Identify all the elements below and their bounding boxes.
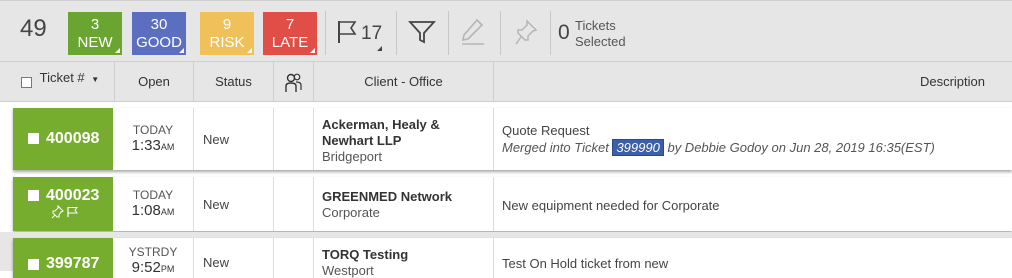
pin-icon[interactable]	[51, 205, 65, 219]
table-header: Ticket # ▼ Open Status Client - Office D…	[0, 62, 1012, 102]
office-name: Bridgeport	[322, 149, 382, 164]
open-day: TODAY	[132, 188, 174, 202]
status-cell: New	[194, 177, 274, 231]
office-name: Corporate	[322, 205, 380, 220]
table-row[interactable]: 400023 TODAY 1:08AM New GREENMED Network…	[13, 177, 1012, 231]
open-time: 9:52	[131, 259, 161, 276]
open-cell: YSTRDY 9:52PM	[113, 238, 194, 278]
description-cell[interactable]: New equipment needed for Corporate	[494, 177, 1012, 231]
open-ampm: AM	[160, 207, 175, 217]
divider	[325, 11, 326, 55]
column-header-technician[interactable]	[274, 62, 314, 102]
table-row[interactable]: 399787 YSTRDY 9:52PM New TORQ Testing We…	[13, 238, 1012, 278]
risk-label: RISK	[209, 34, 245, 51]
ticket-tab: 400098	[13, 108, 113, 170]
open-time: 1:33	[131, 137, 161, 154]
late-filter-pill[interactable]: 7 LATE	[263, 12, 317, 55]
status-cell: New	[194, 108, 274, 170]
divider	[396, 11, 397, 55]
new-label: NEW	[77, 34, 113, 51]
selected-count: 0	[558, 21, 570, 44]
good-count: 30	[150, 16, 168, 33]
open-day: YSTRDY	[128, 245, 178, 259]
merged-suffix: by Debbie Godoy on Jun 28, 2019 16:35(ES…	[667, 140, 935, 155]
ticket-column-label: Ticket #	[39, 70, 85, 85]
client-name[interactable]: GREENMED Network	[322, 189, 493, 205]
row-checkbox[interactable]	[28, 190, 39, 201]
technician-icon	[284, 73, 302, 92]
table-row[interactable]: 400098 TODAY 1:33AM New Ackerman, Healy …	[13, 108, 1012, 170]
column-header-ticket[interactable]: Ticket # ▼	[0, 62, 115, 102]
pin-icon[interactable]	[513, 19, 539, 47]
description-text: New equipment needed for Corporate	[502, 198, 720, 213]
divider	[448, 11, 449, 55]
open-time: 1:08	[131, 202, 161, 219]
status-cell: New	[194, 238, 274, 278]
selected-label: Tickets Selected	[575, 18, 626, 50]
client-cell: Ackerman, Healy & Newhart LLP Bridgeport	[314, 108, 494, 170]
good-filter-pill[interactable]: 30 GOOD	[132, 12, 186, 55]
description-cell[interactable]: Test On Hold ticket from new	[494, 238, 1012, 278]
good-label: GOOD	[136, 34, 182, 51]
selected-label-line1: Tickets	[575, 18, 616, 33]
client-name[interactable]: TORQ Testing	[322, 247, 493, 263]
row-checkbox[interactable]	[28, 259, 39, 270]
toolbar: 49 3 NEW 30 GOOD 9 RISK 7 LATE 17 0 Tick…	[0, 0, 1012, 62]
open-ampm: PM	[160, 264, 175, 274]
description-text: Test On Hold ticket from new	[502, 256, 669, 271]
column-header-open[interactable]: Open	[115, 62, 194, 102]
open-cell: TODAY 1:08AM	[113, 177, 194, 231]
description-text: Quote Request	[502, 123, 590, 138]
corner-marker-icon	[247, 48, 252, 53]
ticket-tab: 399787	[13, 238, 113, 278]
column-header-description[interactable]: Description	[494, 62, 1012, 102]
selected-label-line2: Selected	[575, 34, 626, 49]
risk-filter-pill[interactable]: 9 RISK	[200, 12, 254, 55]
open-cell: TODAY 1:33AM	[113, 108, 194, 170]
select-all-checkbox[interactable]	[21, 77, 32, 89]
ticket-number[interactable]: 400023	[46, 187, 99, 205]
ticket-number[interactable]: 400098	[46, 130, 99, 148]
technician-cell	[274, 238, 314, 278]
new-count: 3	[90, 16, 100, 33]
corner-marker-icon	[179, 48, 184, 53]
divider	[550, 11, 551, 55]
ticket-tab: 400023	[13, 177, 113, 231]
corner-marker-icon	[377, 46, 382, 51]
sort-down-icon[interactable]: ▼	[91, 75, 99, 84]
client-name[interactable]: Ackerman, Healy & Newhart LLP	[322, 117, 462, 149]
merged-prefix: Merged into Ticket	[502, 140, 609, 155]
total-ticket-count: 49	[20, 15, 47, 42]
merged-ticket-link[interactable]: 399990	[612, 139, 664, 156]
technician-cell	[274, 108, 314, 170]
divider	[500, 11, 501, 55]
late-label: LATE	[271, 34, 309, 51]
column-header-status[interactable]: Status	[194, 62, 274, 102]
client-cell: TORQ Testing Westport	[314, 238, 494, 278]
new-filter-pill[interactable]: 3 NEW	[68, 12, 122, 55]
flag-icon[interactable]	[336, 19, 358, 45]
risk-count: 9	[222, 16, 232, 33]
late-count: 7	[285, 16, 295, 33]
open-ampm: AM	[160, 142, 175, 152]
open-day: TODAY	[132, 123, 174, 137]
flag-count[interactable]: 17	[361, 23, 382, 45]
ticket-number[interactable]: 399787	[46, 255, 99, 273]
row-checkbox[interactable]	[28, 133, 39, 144]
corner-marker-icon	[115, 48, 120, 53]
description-cell[interactable]: Quote Request Merged into Ticket 399990 …	[494, 108, 1012, 170]
column-header-client[interactable]: Client - Office	[314, 62, 494, 102]
filter-icon[interactable]	[408, 19, 436, 45]
corner-marker-icon	[310, 48, 315, 53]
client-cell: GREENMED Network Corporate	[314, 177, 494, 231]
edit-icon[interactable]	[459, 17, 487, 47]
technician-cell	[274, 177, 314, 231]
flag-icon[interactable]	[67, 206, 78, 218]
